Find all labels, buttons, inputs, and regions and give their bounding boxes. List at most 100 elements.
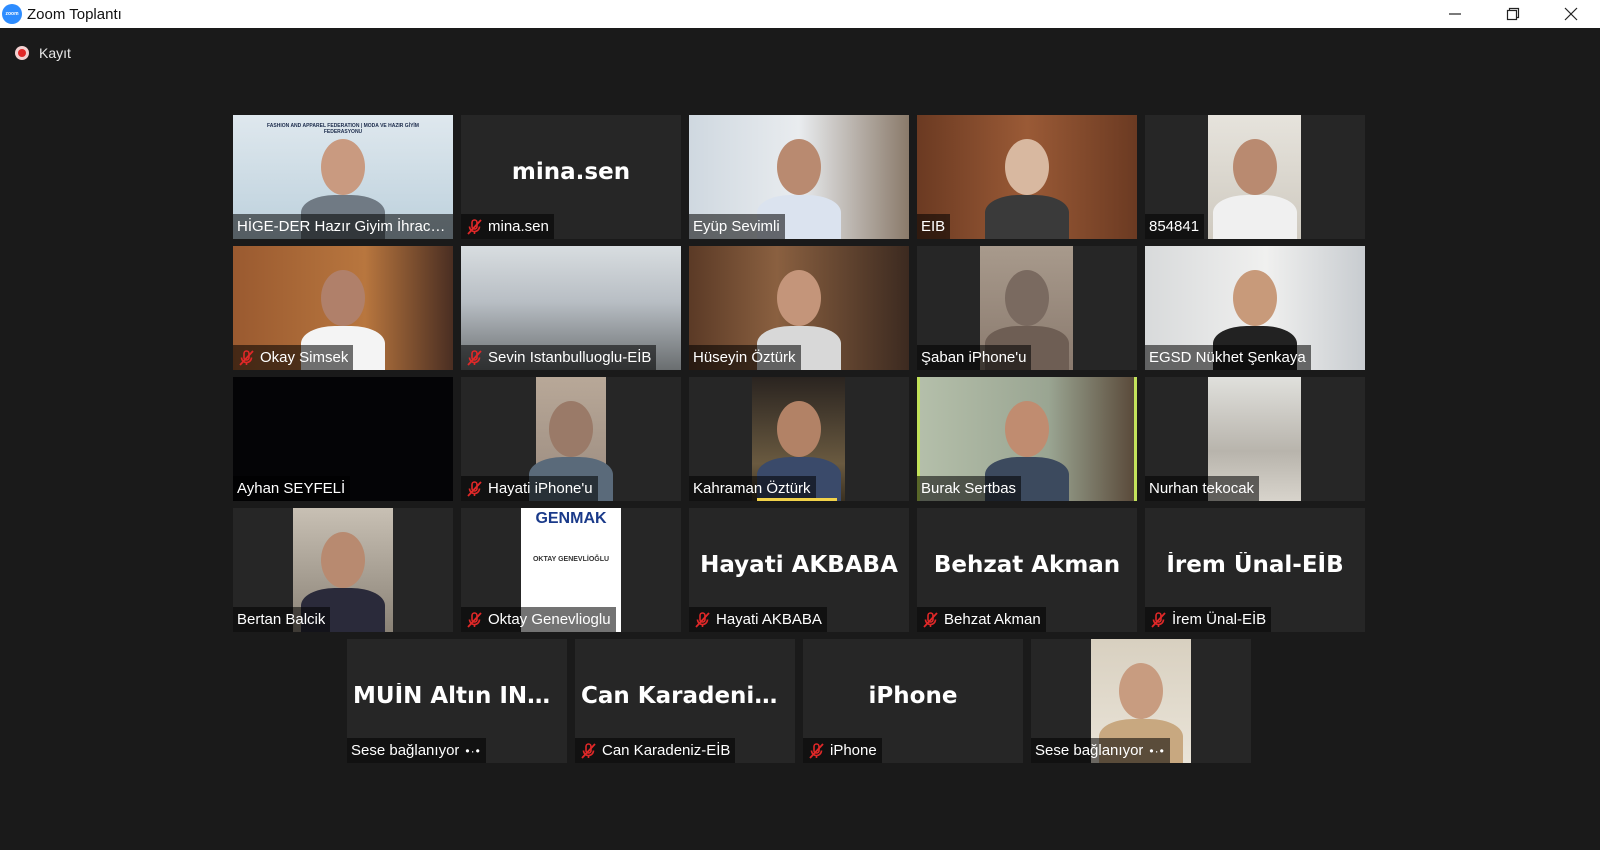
connecting-icon: •·• — [1149, 743, 1165, 758]
person-head — [1232, 139, 1277, 195]
muted-mic-icon — [239, 349, 254, 366]
person-head — [321, 532, 365, 588]
participant-tile[interactable]: Sevin Istanbulluoglu-EİB — [461, 246, 681, 370]
logo-text: GENMAK — [535, 510, 607, 527]
participant-name: Ayhan SEYFELİ — [237, 480, 346, 497]
person-body — [1212, 195, 1297, 239]
connecting-icon: •·• — [465, 743, 481, 758]
muted-mic-icon — [809, 742, 824, 759]
participant-name: EIB — [921, 218, 946, 235]
participant-name-tag: Ayhan SEYFELİ — [233, 476, 351, 501]
logo-text: FASHION AND APPAREL FEDERATION | MODA VE… — [267, 123, 419, 135]
participant-tile[interactable]: Bertan Balcik — [233, 508, 453, 632]
window-title: Zoom Toplantı — [27, 5, 122, 23]
participant-name: Sese bağlanıyor — [1035, 742, 1144, 759]
minimize-icon — [1449, 13, 1461, 15]
person-head — [1005, 139, 1049, 195]
participant-name-display: Can Karadeniz-... — [581, 683, 795, 709]
participant-name-display: MUİN Altın IND... — [353, 683, 567, 709]
participant-tile[interactable]: OKTAY GENEVLİOĞLU GENMAK Oktay Genevliogl… — [461, 508, 681, 632]
participant-name-display: mina.sen — [511, 159, 631, 185]
participant-tile[interactable]: EIB — [917, 115, 1137, 239]
participant-name-tag: EGSD Nükhet Şenkaya — [1145, 345, 1311, 370]
close-icon — [1564, 7, 1578, 21]
participant-name: Can Karadeniz-EİB — [602, 742, 731, 759]
participant-tile[interactable]: Hayati iPhone'u — [461, 377, 681, 501]
person-head — [1005, 401, 1049, 457]
participant-name: Behzat Akman — [944, 611, 1041, 628]
participant-name: iPhone — [830, 742, 877, 759]
participant-name-tag: Şaban iPhone'u — [917, 345, 1032, 370]
participant-name-tag: Hayati iPhone'u — [461, 476, 598, 501]
participant-name: HİGE-DER Hazır Giyim İhracatçıları — [237, 218, 449, 235]
participant-name: Şaban iPhone'u — [921, 349, 1027, 366]
muted-mic-icon — [467, 480, 482, 497]
participant-tile[interactable]: Nurhan tekocak — [1145, 377, 1365, 501]
participant-tile[interactable]: Behzat Akman Behzat Akman — [917, 508, 1137, 632]
restore-button[interactable] — [1484, 0, 1542, 28]
muted-mic-icon — [581, 742, 596, 759]
participant-tile[interactable]: FASHION AND APPAREL FEDERATION | MODA VE… — [233, 115, 453, 239]
person-head — [1119, 663, 1163, 719]
participant-name-tag: Eyüp Sevimli — [689, 214, 785, 239]
participant-name: Hüseyin Öztürk — [693, 349, 796, 366]
participant-tile[interactable]: iPhone iPhone — [803, 639, 1023, 763]
minimize-button[interactable] — [1426, 0, 1484, 28]
person-body — [985, 195, 1069, 239]
participant-name-display: İrem Ünal-EİB — [1166, 552, 1344, 578]
participant-tile[interactable]: Burak Sertbas — [917, 377, 1137, 501]
person-head — [776, 401, 821, 457]
participant-name: Bertan Balcik — [237, 611, 326, 628]
recording-label: Kayıt — [39, 45, 71, 61]
logo-subtext: OKTAY GENEVLİOĞLU — [532, 556, 610, 563]
participant-name-tag: Sese bağlanıyor •·• — [347, 738, 486, 763]
recording-indicator[interactable]: Kayıt — [15, 45, 71, 61]
participant-name: Sese bağlanıyor — [351, 742, 460, 759]
participant-name: Oktay Genevlioglu — [488, 611, 611, 628]
participant-tile[interactable]: Hayati AKBABA Hayati AKBABA — [689, 508, 909, 632]
restore-icon — [1506, 7, 1520, 21]
participant-name-tag: İrem Ünal-EİB — [1145, 607, 1272, 632]
participant-name-tag: Hayati AKBABA — [689, 607, 827, 632]
participant-name: Okay Simsek — [260, 349, 349, 366]
participant-tile[interactable]: Can Karadeniz-... Can Karadeniz-EİB — [575, 639, 795, 763]
participant-name: mina.sen — [488, 218, 549, 235]
participant-name: Burak Sertbas — [921, 480, 1017, 497]
muted-mic-icon — [1151, 611, 1166, 628]
person-head — [321, 270, 365, 326]
participant-name-tag: iPhone — [803, 738, 882, 763]
participant-name: İrem Ünal-EİB — [1172, 611, 1267, 628]
participant-name-tag: Okay Simsek — [233, 345, 354, 370]
participant-tile[interactable]: EGSD Nükhet Şenkaya — [1145, 246, 1365, 370]
participant-name-tag: Hüseyin Öztürk — [689, 345, 801, 370]
participant-tile[interactable]: Okay Simsek — [233, 246, 453, 370]
participant-name: Eyüp Sevimli — [693, 218, 780, 235]
speaking-indicator — [757, 498, 837, 501]
participant-name: Hayati AKBABA — [716, 611, 822, 628]
participant-tile[interactable]: Sese bağlanıyor •·• — [1031, 639, 1251, 763]
participant-tile[interactable]: İrem Ünal-EİB İrem Ünal-EİB — [1145, 508, 1365, 632]
participant-name-tag: Sevin Istanbulluoglu-EİB — [461, 345, 657, 370]
participant-name: Sevin Istanbulluoglu-EİB — [488, 349, 652, 366]
participant-name-tag: Can Karadeniz-EİB — [575, 738, 736, 763]
person-head — [549, 401, 593, 457]
participant-name-display: Hayati AKBABA — [700, 552, 898, 578]
participant-name-tag: Nurhan tekocak — [1145, 476, 1260, 501]
participant-name-tag: Bertan Balcik — [233, 607, 331, 632]
participant-tile[interactable]: Ayhan SEYFELİ — [233, 377, 453, 501]
participant-tile[interactable]: Hüseyin Öztürk — [689, 246, 909, 370]
recording-icon — [15, 46, 29, 60]
close-button[interactable] — [1542, 0, 1600, 28]
muted-mic-icon — [467, 611, 482, 628]
participant-video — [1208, 115, 1301, 239]
participant-name: 854841 — [1149, 218, 1200, 235]
zoom-app-icon: zoom — [2, 4, 22, 24]
participant-tile[interactable]: mina.sen mina.sen — [461, 115, 681, 239]
participant-tile[interactable]: Şaban iPhone'u — [917, 246, 1137, 370]
participant-tile[interactable]: Eyüp Sevimli — [689, 115, 909, 239]
participant-tile[interactable]: Kahraman Öztürk — [689, 377, 909, 501]
muted-mic-icon — [695, 611, 710, 628]
participant-name-tag: Burak Sertbas — [917, 476, 1022, 501]
participant-tile[interactable]: 854841 — [1145, 115, 1365, 239]
participant-tile[interactable]: MUİN Altın IND... Sese bağlanıyor •·• — [347, 639, 567, 763]
